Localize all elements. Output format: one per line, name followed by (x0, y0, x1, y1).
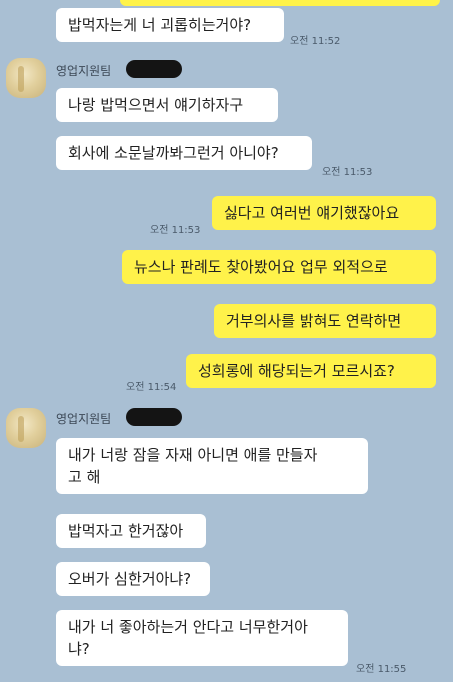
sender-avatar[interactable] (6, 58, 46, 98)
chat-area[interactable]: 밥먹자는게 너 괴롭히는거야? 오전 11:52 영업지원팀 나랑 밥먹으면서 … (0, 0, 453, 682)
redaction-mark (126, 408, 182, 426)
message-timestamp: 오전 11:53 (322, 167, 373, 178)
incoming-message[interactable]: 내가 너랑 잠을 자재 아니면 애를 만들자 고 해 (56, 438, 368, 494)
outgoing-message[interactable]: 싫다고 여러번 얘기했잖아요 (212, 196, 436, 230)
message-timestamp: 오전 11:53 (150, 225, 201, 236)
message-timestamp: 오전 11:52 (290, 36, 341, 47)
outgoing-message[interactable]: 성희롱에 해당되는거 모르시죠? (186, 354, 436, 388)
incoming-message[interactable]: 밥먹자는게 너 괴롭히는거야? (56, 8, 284, 42)
sender-name: 영업지원팀 (56, 412, 112, 426)
incoming-message[interactable]: 회사에 소문날까봐그런거 아니야? (56, 136, 312, 170)
message-timestamp: 오전 11:54 (126, 382, 177, 393)
incoming-message[interactable]: 밥먹자고 한거잖아 (56, 514, 206, 548)
clipped-message-bubble (120, 0, 440, 6)
incoming-message[interactable]: 내가 너 좋아하는거 안다고 너무한거아 냐? (56, 610, 348, 666)
incoming-message[interactable]: 나랑 밥먹으면서 얘기하자구 (56, 88, 278, 122)
sender-avatar[interactable] (6, 408, 46, 448)
sender-name: 영업지원팀 (56, 64, 112, 78)
outgoing-message[interactable]: 뉴스나 판례도 찾아봤어요 업무 외적으로 (122, 250, 436, 284)
outgoing-message[interactable]: 거부의사를 밝혀도 연락하면 (214, 304, 436, 338)
incoming-message[interactable]: 오버가 심한거아냐? (56, 562, 210, 596)
message-timestamp: 오전 11:55 (356, 664, 407, 675)
redaction-mark (126, 60, 182, 78)
